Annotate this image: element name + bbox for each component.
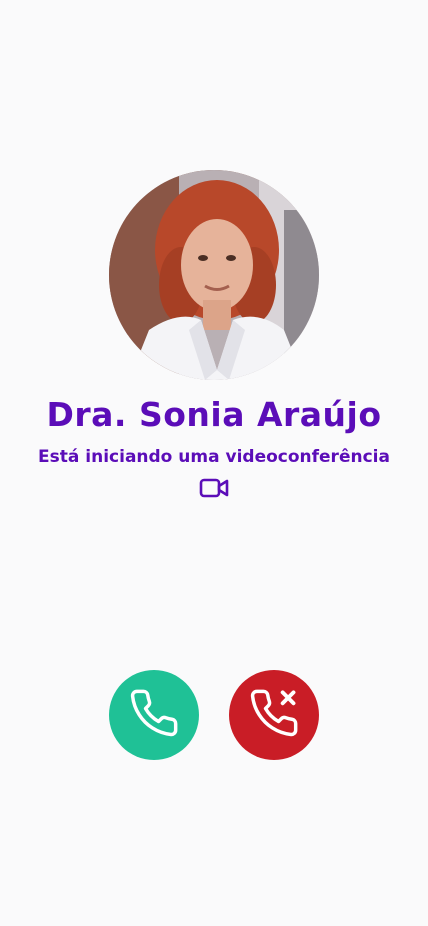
incoming-call-screen: Dra. Sonia Araújo Está iniciando uma vid… [0, 0, 428, 926]
caller-avatar [109, 170, 319, 380]
phone-x-icon [248, 687, 300, 743]
video-camera-icon [199, 476, 229, 500]
accept-call-button[interactable] [109, 670, 199, 760]
decline-call-button[interactable] [229, 670, 319, 760]
call-status-text: Está iniciando uma videoconferência [38, 447, 390, 467]
phone-icon [128, 687, 180, 743]
caller-name: Dra. Sonia Araújo [46, 395, 382, 434]
